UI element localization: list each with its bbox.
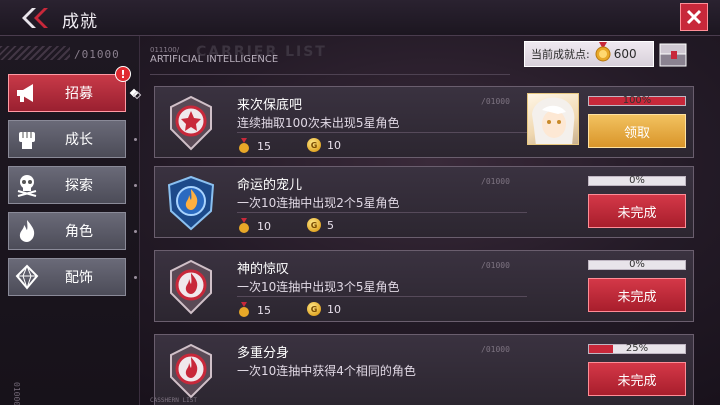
sidebar-item-character[interactable]: 角色 — [8, 212, 126, 250]
sidebar-dot — [134, 276, 137, 279]
notification-badge: ! — [115, 66, 131, 82]
sidebar-item-label: 角色 — [65, 224, 93, 240]
achievement-desc: 一次10连抽中获得4个相同的角色 — [237, 364, 416, 378]
achievement-name: 来次保底吧 — [237, 98, 303, 113]
achievement-desc: 连续抽取100次未出现5星角色 — [237, 116, 400, 130]
reward-medal: 15 — [237, 302, 271, 318]
reward-coin: G 5 — [307, 218, 334, 232]
reward-coin-value: 10 — [327, 138, 341, 152]
flame-emblem-icon — [161, 257, 221, 317]
reward-medal: 10 — [237, 218, 271, 234]
flame-emblem-icon — [161, 341, 221, 401]
progress-text: 100% — [622, 95, 652, 106]
achievement-name: 命运的宠儿 — [237, 178, 303, 193]
achievement-code: /01000 — [481, 97, 510, 106]
progress-text: 0% — [629, 259, 645, 270]
medal-icon — [239, 302, 249, 317]
sidebar-item-explore[interactable]: 探索 — [8, 166, 126, 204]
medal-icon — [239, 138, 249, 153]
achievement-name: 神的惊叹 — [237, 262, 290, 277]
reward-medal-value: 10 — [257, 219, 271, 233]
points-label: 当前成就点: — [531, 48, 590, 61]
achievement-code: /01000 — [481, 345, 510, 354]
sidebar-item-growth[interactable]: 成长 — [8, 120, 126, 158]
points-value: 600 — [613, 47, 637, 61]
flame-emblem-icon — [161, 173, 221, 233]
sidebar-item-label: 探索 — [65, 178, 93, 194]
achievement-desc: 一次10连抽中出现2个5星角色 — [237, 196, 400, 210]
achievement-desc: 一次10连抽中出现3个5星角色 — [237, 280, 400, 294]
coin-icon: G — [307, 138, 321, 152]
list-header: 011100/ ARTIFICIAL INTELLIGENCE — [150, 46, 278, 65]
achievement-name: 多重分身 — [237, 346, 290, 361]
progress-bar: 100% — [588, 95, 686, 106]
sidebar-item-label: 招募 — [65, 86, 93, 102]
divider — [150, 74, 510, 75]
achievement-card: 命运的宠儿 一次10连抽中出现2个5星角色 /01000 10 G 5 0% 未… — [154, 166, 694, 238]
star-emblem-icon — [161, 93, 221, 153]
chest-icon — [659, 43, 687, 67]
sidebar-item-accessory[interactable]: 配饰 — [8, 258, 126, 296]
fist-icon — [9, 121, 45, 157]
divider — [237, 296, 527, 297]
list-code: 011100/ — [150, 46, 180, 54]
progress-text: 25% — [625, 343, 649, 354]
close-button[interactable] — [680, 3, 708, 31]
achievement-code: /01000 — [481, 261, 510, 270]
double-chevron-left-icon — [22, 8, 48, 28]
list-footer: CASSHERN LIST — [150, 397, 197, 404]
sidebar-item-recruit[interactable]: 招募 — [8, 74, 126, 112]
reward-coin: G 10 — [307, 302, 341, 316]
sidebar-item-label: 配饰 — [65, 270, 93, 286]
skull-icon — [9, 167, 45, 203]
sidebar-dot — [134, 138, 137, 141]
reward-chest-button[interactable] — [656, 38, 692, 70]
character-avatar — [527, 93, 579, 145]
back-button[interactable] — [14, 3, 54, 33]
sidebar-item-label: 成长 — [65, 132, 93, 148]
achievement-card: 多重分身 一次10连抽中获得4个相同的角色 /01000 25% 未完成 — [154, 334, 694, 405]
incomplete-button[interactable]: 未完成 — [588, 194, 686, 228]
reward-medal-value: 15 — [257, 139, 271, 153]
achievement-card: 神的惊叹 一次10连抽中出现3个5星角色 /01000 15 G 10 0% 未… — [154, 250, 694, 322]
gem-icon — [9, 259, 45, 295]
coin-icon: G — [307, 218, 321, 232]
achievement-code: /01000 — [481, 177, 510, 186]
claim-button[interactable]: 领取 — [588, 114, 686, 148]
divider — [237, 132, 527, 133]
decor-stripes — [0, 46, 70, 60]
reward-coin-value: 10 — [327, 302, 341, 316]
achievement-points: 当前成就点: 600 — [524, 41, 654, 67]
progress-bar: 0% — [588, 259, 686, 270]
top-bar: 成就 — [0, 0, 720, 36]
reward-medal-value: 15 — [257, 303, 271, 317]
progress-bar: 0% — [588, 175, 686, 186]
progress-bar: 25% — [588, 343, 686, 354]
medal-icon — [239, 218, 249, 233]
sidebar-code: /01000 — [74, 48, 120, 61]
coin-icon: G — [307, 302, 321, 316]
progress-text: 0% — [629, 175, 645, 186]
list-subtitle: ARTIFICIAL INTELLIGENCE — [150, 54, 279, 65]
reward-coin-value: 5 — [327, 218, 334, 232]
incomplete-button[interactable]: 未完成 — [588, 362, 686, 396]
sidebar-dot — [134, 230, 137, 233]
divider — [237, 212, 527, 213]
reward-coin: G 10 — [307, 138, 341, 152]
incomplete-button[interactable]: 未完成 — [588, 278, 686, 312]
medal-icon — [594, 42, 612, 66]
sidebar-vertical-code: 01000000 — [12, 382, 21, 405]
flame-icon — [9, 213, 45, 249]
reward-medal: 15 — [237, 138, 271, 154]
megaphone-icon — [9, 75, 45, 111]
page-title: 成就 — [62, 12, 98, 32]
sidebar-dot — [134, 184, 137, 187]
achievement-card: 来次保底吧 连续抽取100次未出现5星角色 /01000 15 G 10 100… — [154, 86, 694, 158]
close-icon — [686, 9, 702, 25]
